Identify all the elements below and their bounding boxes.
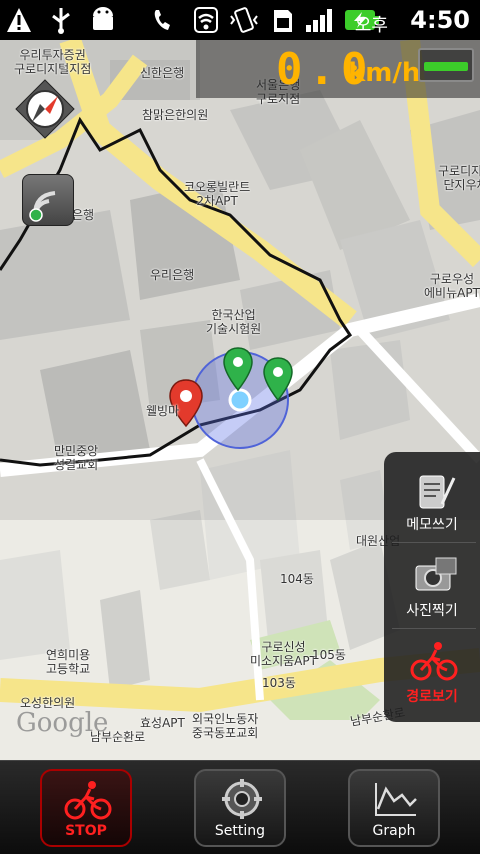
- speed-unit: km/h: [348, 58, 421, 88]
- cyclist-icon: [410, 642, 458, 681]
- map-label: 구로우성 에비뉴APT: [424, 272, 480, 300]
- map-label: 구로디지털 단지우체: [438, 164, 480, 192]
- map-label: 우리투자증권 구로디지털지점: [14, 48, 92, 76]
- memo-label: 메모쓰기: [406, 517, 458, 533]
- waypoint-marker-icon[interactable]: [262, 356, 294, 412]
- map-label: 은행: [72, 208, 95, 222]
- stop-button[interactable]: STOP: [40, 769, 132, 847]
- graph-icon: [375, 783, 417, 816]
- waypoint-marker-icon[interactable]: [222, 346, 254, 402]
- map-label: 한국산업 기술시험원: [206, 308, 262, 336]
- photo-button[interactable]: 사진찍기: [384, 544, 480, 626]
- sd-icon: [274, 10, 292, 32]
- map-label: 연희미용 고등학교: [46, 648, 91, 676]
- android-icon: [93, 7, 113, 30]
- setting-label: Setting: [214, 823, 266, 839]
- side-panel: 메모쓰기 사진찍기 경로보기: [384, 452, 480, 722]
- map-label: 웰빙마: [146, 404, 180, 418]
- gps-signal-icon: [29, 191, 56, 222]
- map-label: 외국인노동자 중국동포교회: [192, 712, 259, 740]
- map-label: 만민중앙 성결교회: [54, 444, 99, 472]
- map-label: 참맑은한의원: [142, 108, 209, 122]
- graph-label: Graph: [372, 823, 416, 839]
- stop-label: STOP: [65, 823, 107, 839]
- map-label: 105동: [312, 648, 346, 662]
- vibrate-icon: [230, 7, 258, 33]
- gear-icon: [222, 779, 262, 819]
- battery-fill: [424, 62, 468, 71]
- divider: [392, 628, 476, 629]
- alert-icon: [7, 8, 31, 32]
- status-ampm: 오후: [354, 15, 388, 36]
- phone-icon: [154, 10, 170, 30]
- speed-panel: 0.0 km/h: [196, 40, 480, 98]
- signal-icon: [306, 9, 332, 32]
- map-label: 효성APT: [140, 716, 185, 730]
- route-view-label: 경로보기: [406, 689, 458, 705]
- route-view-button[interactable]: 경로보기: [384, 630, 480, 712]
- map-label: 구로신성 미소지움APT: [250, 640, 317, 668]
- bottom-toolbar: STOP Setting Graph: [0, 760, 480, 854]
- status-time: 4:50: [410, 6, 470, 34]
- wifi-icon: [194, 7, 218, 33]
- memo-button[interactable]: 메모쓰기: [384, 458, 480, 540]
- setting-button[interactable]: Setting: [194, 769, 286, 847]
- map-label: 코오롱빌란트 2차APT: [184, 180, 251, 208]
- google-logo: Google: [16, 708, 109, 738]
- compass-icon[interactable]: [14, 78, 76, 140]
- camera-icon: [415, 557, 457, 591]
- divider: [392, 542, 476, 543]
- status-bar: 오후 4:50: [0, 0, 480, 40]
- map-label: 103동: [262, 676, 296, 690]
- graph-button[interactable]: Graph: [348, 769, 440, 847]
- map-label: 104동: [280, 572, 314, 586]
- usb-icon: [52, 8, 70, 34]
- battery-indicator: [418, 48, 474, 82]
- photo-label: 사진찍기: [406, 603, 458, 619]
- cyclist-icon: [64, 781, 112, 820]
- map-label: 우리은행: [150, 268, 195, 282]
- gps-toggle-button[interactable]: [22, 174, 74, 226]
- map-label: 신한은행: [140, 66, 185, 80]
- memo-icon: [419, 475, 456, 509]
